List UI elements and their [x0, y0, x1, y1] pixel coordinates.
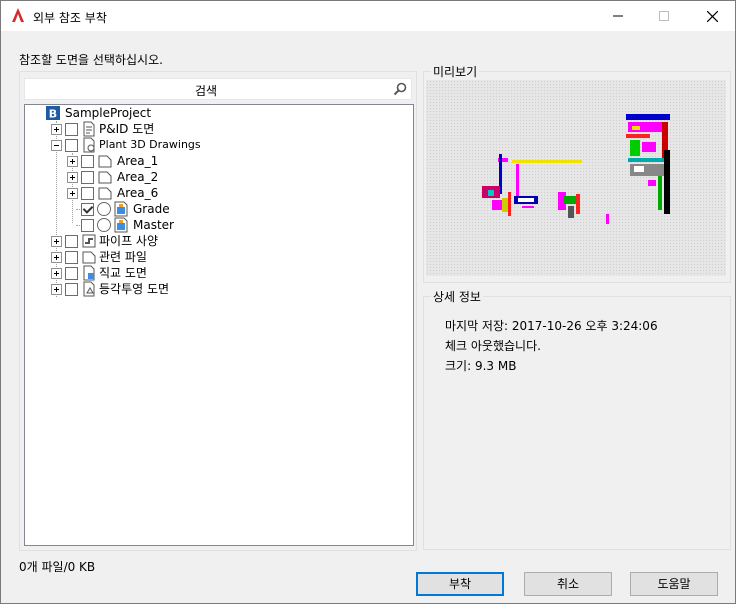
expand-toggle[interactable] — [67, 188, 78, 199]
tree-label: P&ID 도면 — [99, 122, 155, 136]
search-icon[interactable] — [392, 81, 408, 97]
checkbox[interactable] — [65, 123, 78, 136]
expand-toggle[interactable] — [51, 268, 62, 279]
tree-item-grade[interactable]: Grade — [81, 201, 201, 217]
tree-label: 관련 파일 — [99, 250, 147, 264]
tree-root-sampleproject[interactable]: B SampleProject — [45, 105, 165, 121]
tree-label: Area_2 — [117, 170, 159, 184]
plant-layout-thumbnail — [482, 114, 670, 224]
svg-text:B: B — [49, 108, 57, 121]
checkbox[interactable] — [81, 171, 94, 184]
tree-item-area6[interactable]: Area_6 — [67, 185, 187, 201]
minimize-icon — [613, 15, 623, 17]
checkbox[interactable] — [65, 139, 78, 152]
folder-icon — [98, 187, 112, 200]
tree-label: Master — [133, 218, 174, 232]
ortho-drawing-icon — [83, 265, 95, 281]
tree-label: 파이프 사양 — [99, 234, 159, 248]
tree-label: Plant 3D Drawings — [99, 138, 201, 151]
tree-label: 등각투영 도면 — [99, 282, 170, 296]
tree-label: Area_6 — [117, 186, 159, 200]
window-title: 외부 참조 부착 — [33, 11, 107, 25]
pid-drawing-icon — [83, 121, 95, 137]
tree-label: Grade — [133, 202, 170, 216]
tree-item-related-files[interactable]: 관련 파일 — [51, 249, 211, 265]
last-saved-text: 마지막 저장: 2017-10-26 오후 3:24:06 — [445, 319, 658, 333]
pipe-spec-icon — [82, 234, 96, 248]
tree-item-ortho[interactable]: 직교 도면 — [51, 265, 211, 281]
checkbox[interactable] — [65, 251, 78, 264]
project-icon: B — [46, 106, 60, 121]
drawing-file-icon — [114, 217, 128, 233]
tree-item-master[interactable]: Master — [81, 217, 201, 233]
drawing-file-icon — [114, 201, 128, 217]
folder-icon — [82, 251, 96, 264]
checkbox-checked[interactable] — [81, 203, 94, 216]
autocad-app-icon — [12, 8, 24, 22]
attach-xref-dialog: 외부 참조 부착 참조할 도면을 선택하십시오. 검색 B SampleProj… — [0, 0, 736, 604]
cancel-button[interactable]: 취소 — [524, 572, 612, 596]
checkbox[interactable] — [65, 283, 78, 296]
checkbox[interactable] — [81, 155, 94, 168]
tree-label: 직교 도면 — [99, 266, 147, 280]
tree-item-pipe-spec[interactable]: 파이프 사양 — [51, 233, 211, 249]
checkbox[interactable] — [65, 267, 78, 280]
attach-button[interactable]: 부착 — [416, 572, 504, 596]
expand-toggle[interactable] — [67, 172, 78, 183]
tree-label: SampleProject — [65, 106, 152, 120]
minimize-button[interactable] — [595, 1, 641, 31]
search-label: 검색 — [194, 84, 218, 98]
maximize-button[interactable] — [641, 1, 687, 31]
expand-toggle[interactable] — [51, 284, 62, 295]
checkout-status-text: 체크 아웃했습니다. — [445, 339, 541, 353]
checkbox[interactable] — [81, 187, 94, 200]
drawing-browser-panel: 검색 B SampleProject P&ID 도면 Plant 3D Draw… — [19, 71, 417, 551]
title-bar: 외부 참조 부착 — [1, 1, 735, 31]
folder-icon — [98, 155, 112, 168]
close-icon — [707, 11, 718, 22]
tree-item-area1[interactable]: Area_1 — [67, 153, 187, 169]
details-group — [423, 296, 731, 550]
preview-group — [423, 71, 731, 283]
plant3d-icon — [83, 137, 95, 153]
project-tree[interactable]: B SampleProject P&ID 도면 Plant 3D Drawing… — [24, 104, 414, 546]
maximize-icon — [659, 11, 669, 21]
search-box[interactable]: 검색 — [24, 78, 412, 100]
instruction-text: 참조할 도면을 선택하십시오. — [19, 53, 163, 67]
drawing-preview-image — [426, 80, 726, 276]
help-button[interactable]: 도움말 — [630, 572, 718, 596]
radio-button[interactable] — [97, 218, 111, 232]
checkbox[interactable] — [81, 219, 94, 232]
selection-status: 0개 파일/0 KB — [19, 560, 96, 574]
checkbox[interactable] — [65, 235, 78, 248]
preview-label: 미리보기 — [431, 63, 480, 80]
tree-item-pid[interactable]: P&ID 도면 — [51, 121, 211, 137]
file-size-text: 크기: 9.3 MB — [445, 359, 517, 373]
tree-item-area2[interactable]: Area_2 — [67, 169, 187, 185]
iso-drawing-icon — [83, 281, 95, 297]
close-button[interactable] — [689, 1, 735, 31]
tree-item-plant3d[interactable]: Plant 3D Drawings — [51, 137, 221, 153]
tree-label: Area_1 — [117, 154, 159, 168]
collapse-toggle[interactable] — [51, 140, 62, 151]
expand-toggle[interactable] — [51, 252, 62, 263]
expand-toggle[interactable] — [67, 156, 78, 167]
expand-toggle[interactable] — [51, 236, 62, 247]
expand-toggle[interactable] — [51, 124, 62, 135]
tree-item-iso[interactable]: 등각투영 도면 — [51, 281, 231, 297]
folder-icon — [98, 171, 112, 184]
radio-button[interactable] — [97, 202, 111, 216]
details-label: 상세 정보 — [431, 288, 483, 305]
